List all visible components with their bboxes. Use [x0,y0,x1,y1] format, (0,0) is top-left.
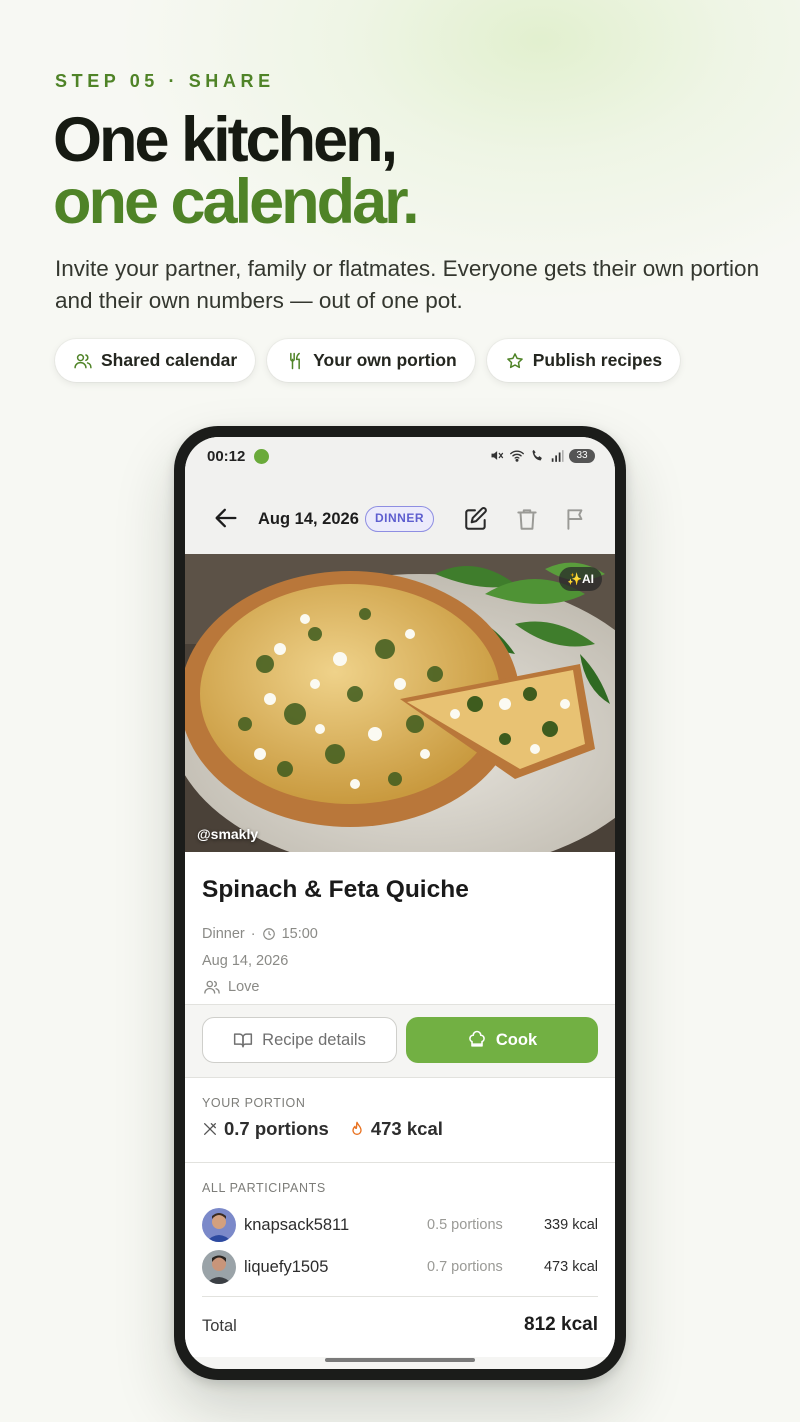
participant-portions: 0.7 portions [427,1259,503,1275]
meal-time-row: Dinner · 15:00 [202,926,318,942]
status-icons: 33 [489,448,595,463]
open-book-icon [234,1033,253,1048]
cook-label: Cook [495,1030,538,1049]
entry-date: Aug 14, 2026 [258,510,359,528]
divider [202,1296,598,1297]
chef-hat-icon [469,1030,485,1047]
participant-name: liquefy1505 [244,1258,329,1276]
participants-section: ALL PARTICIPANTS knapsack5811 0.5 portio… [185,1163,615,1357]
wifi-icon [510,450,524,462]
ai-generated-badge: ✨AI [559,567,602,591]
cook-button[interactable]: Cook [406,1017,598,1063]
people-icon [204,980,220,994]
status-time: 00:12 [207,448,246,465]
your-portion-section: YOUR PORTION 0.7 portions 473 kcal [185,1078,615,1163]
total-label: Total [202,1317,237,1335]
flame-icon [352,1121,362,1135]
chip-publish-recipes: Publish recipes [486,339,681,382]
recipe-details-button[interactable]: Recipe details [202,1017,397,1063]
meal-type: Dinner [202,926,245,942]
app-bar: Aug 14, 2026 DINNER [185,479,615,554]
status-bar: 00:12 33 [185,437,615,479]
sparkle-icon: ✨ [567,572,582,586]
people-icon [74,353,92,368]
group-name: Love [228,979,260,995]
flag-icon[interactable] [563,506,589,532]
edit-icon[interactable] [463,506,489,532]
headline-line-2: one calendar. [53,167,420,237]
your-portion-label: YOUR PORTION [202,1096,306,1110]
avatar [202,1208,236,1242]
trash-icon[interactable] [514,506,540,532]
separator-dot: · [250,926,256,942]
feature-chips: Shared calendar Your own portion Publish… [55,339,681,382]
recipe-summary: Spinach & Feta Quiche Dinner · 15:00 Aug… [185,852,615,1005]
signal-icon [551,449,564,462]
your-portion-values: 0.7 portions 473 kcal [202,1118,443,1140]
recipe-photo: ✨AI @smakly [185,554,615,852]
participant-kcal: 339 kcal [543,1217,598,1233]
recipe-title: Spinach & Feta Quiche [202,876,469,903]
chip-own-portion: Your own portion [267,339,475,382]
headline-line-1: One kitchen, [53,105,398,175]
quiche-image [185,554,615,852]
wifi-call-icon [532,449,542,461]
participant-kcal: 473 kcal [543,1259,598,1275]
star-icon [506,352,523,368]
meal-date: Aug 14, 2026 [202,953,289,969]
mute-icon [491,451,504,460]
app-notification-icon [254,449,269,464]
your-portions: 0.7 portions [224,1118,329,1139]
battery-icon: 33 [569,448,595,463]
chip-shared-calendar: Shared calendar [55,339,256,382]
meal-type-badge: DINNER [365,506,435,532]
avatar [202,1250,236,1284]
gesture-bar[interactable] [325,1358,475,1362]
back-arrow-icon[interactable] [212,504,240,532]
clock-icon [262,928,275,940]
recipe-details-label: Recipe details [262,1030,366,1049]
fork-knife-icon [290,352,301,369]
ai-badge-label: AI [582,572,594,586]
total-kcal: 812 kcal [524,1314,598,1335]
photo-credit: @smakly [197,826,259,842]
participant-name: knapsack5811 [244,1216,350,1234]
step-eyebrow: STEP 05 · SHARE [55,71,275,91]
participant-row: knapsack5811 0.5 portions 339 kcal [202,1208,598,1242]
meal-time: 15:00 [281,926,318,942]
chip-label: Shared calendar [101,350,238,370]
phone-screen: 00:12 33 Aug 14, 2026 DINNER ✨AI @smakly… [185,437,615,1369]
group-row: Love [202,978,259,996]
chip-label: Publish recipes [532,350,663,370]
participant-portions: 0.5 portions [427,1217,503,1233]
chip-label: Your own portion [313,350,457,370]
cutlery-icon [204,1123,216,1135]
participant-row: liquefy1505 0.7 portions 473 kcal [202,1250,598,1284]
phone-frame: 00:12 33 Aug 14, 2026 DINNER ✨AI @smakly… [174,426,626,1380]
lede-text: Invite your partner, family or flatmates… [55,256,760,313]
action-buttons: Recipe details Cook [185,1005,615,1078]
your-kcal: 473 kcal [370,1118,443,1139]
participants-label: ALL PARTICIPANTS [202,1181,326,1195]
